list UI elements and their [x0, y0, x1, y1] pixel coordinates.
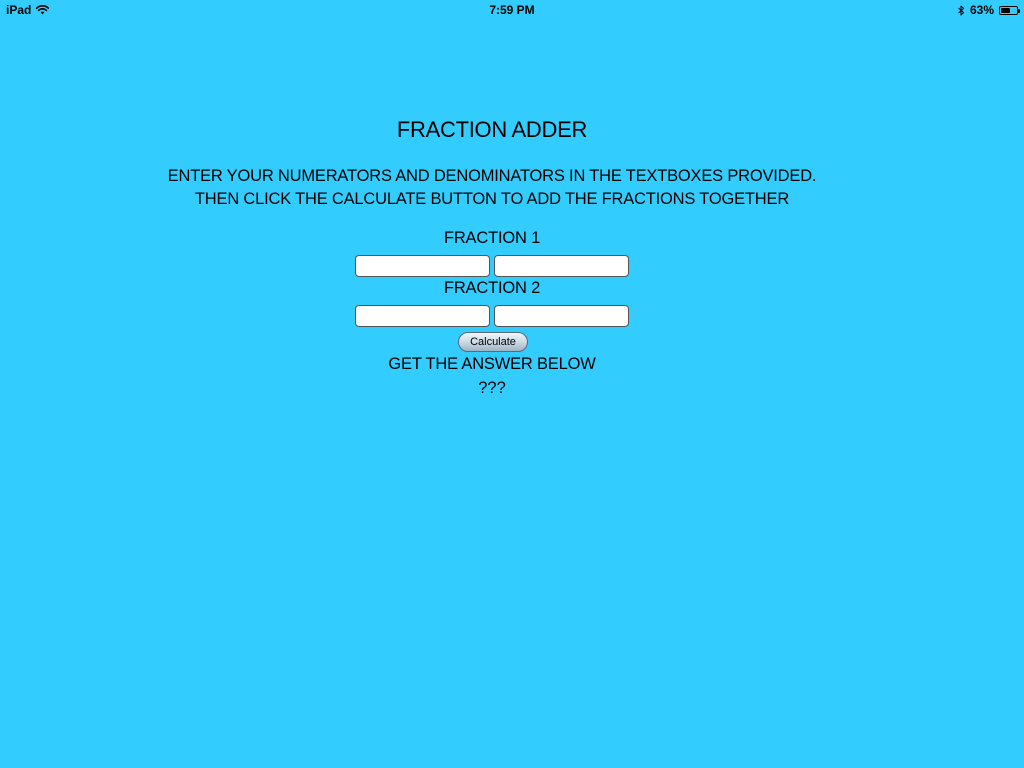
calculate-button[interactable]: Calculate	[458, 332, 528, 352]
fraction-2-inputs	[355, 305, 629, 327]
fraction-1-label: FRACTION 1	[443, 229, 541, 247]
status-time: 7:59 PM	[489, 3, 535, 17]
instructions: ENTER YOUR NUMERATORS AND DENOMINATORS I…	[0, 165, 984, 211]
instructions-line-1: ENTER YOUR NUMERATORS AND DENOMINATORS I…	[167, 167, 817, 185]
answer-heading: GET THE ANSWER BELOW	[388, 355, 596, 373]
status-bar-right: 63%	[958, 3, 1020, 17]
battery-percentage: 63%	[969, 3, 994, 17]
fraction-2-numerator-input[interactable]	[355, 305, 490, 327]
battery-icon	[999, 5, 1020, 15]
bluetooth-icon	[958, 5, 965, 16]
status-bar: iPad 7:59 PM 63%	[0, 0, 1024, 20]
page-title: FRACTION ADDER	[396, 117, 588, 142]
answer-value: ???	[478, 379, 506, 397]
fraction-2-label: FRACTION 2	[443, 279, 541, 297]
battery-cap	[1018, 8, 1020, 13]
instructions-line-2: THEN CLICK THE CALCULATE BUTTON TO ADD T…	[194, 190, 790, 208]
battery-level-fill	[1001, 7, 1011, 13]
fraction-1-denominator-input[interactable]	[494, 255, 629, 277]
app-screen: iPad 7:59 PM 63% FRACTION ADDER ENTER YO…	[0, 0, 1024, 768]
fraction-2-denominator-input[interactable]	[494, 305, 629, 327]
fraction-1-numerator-input[interactable]	[355, 255, 490, 277]
fraction-1-inputs	[355, 255, 629, 277]
